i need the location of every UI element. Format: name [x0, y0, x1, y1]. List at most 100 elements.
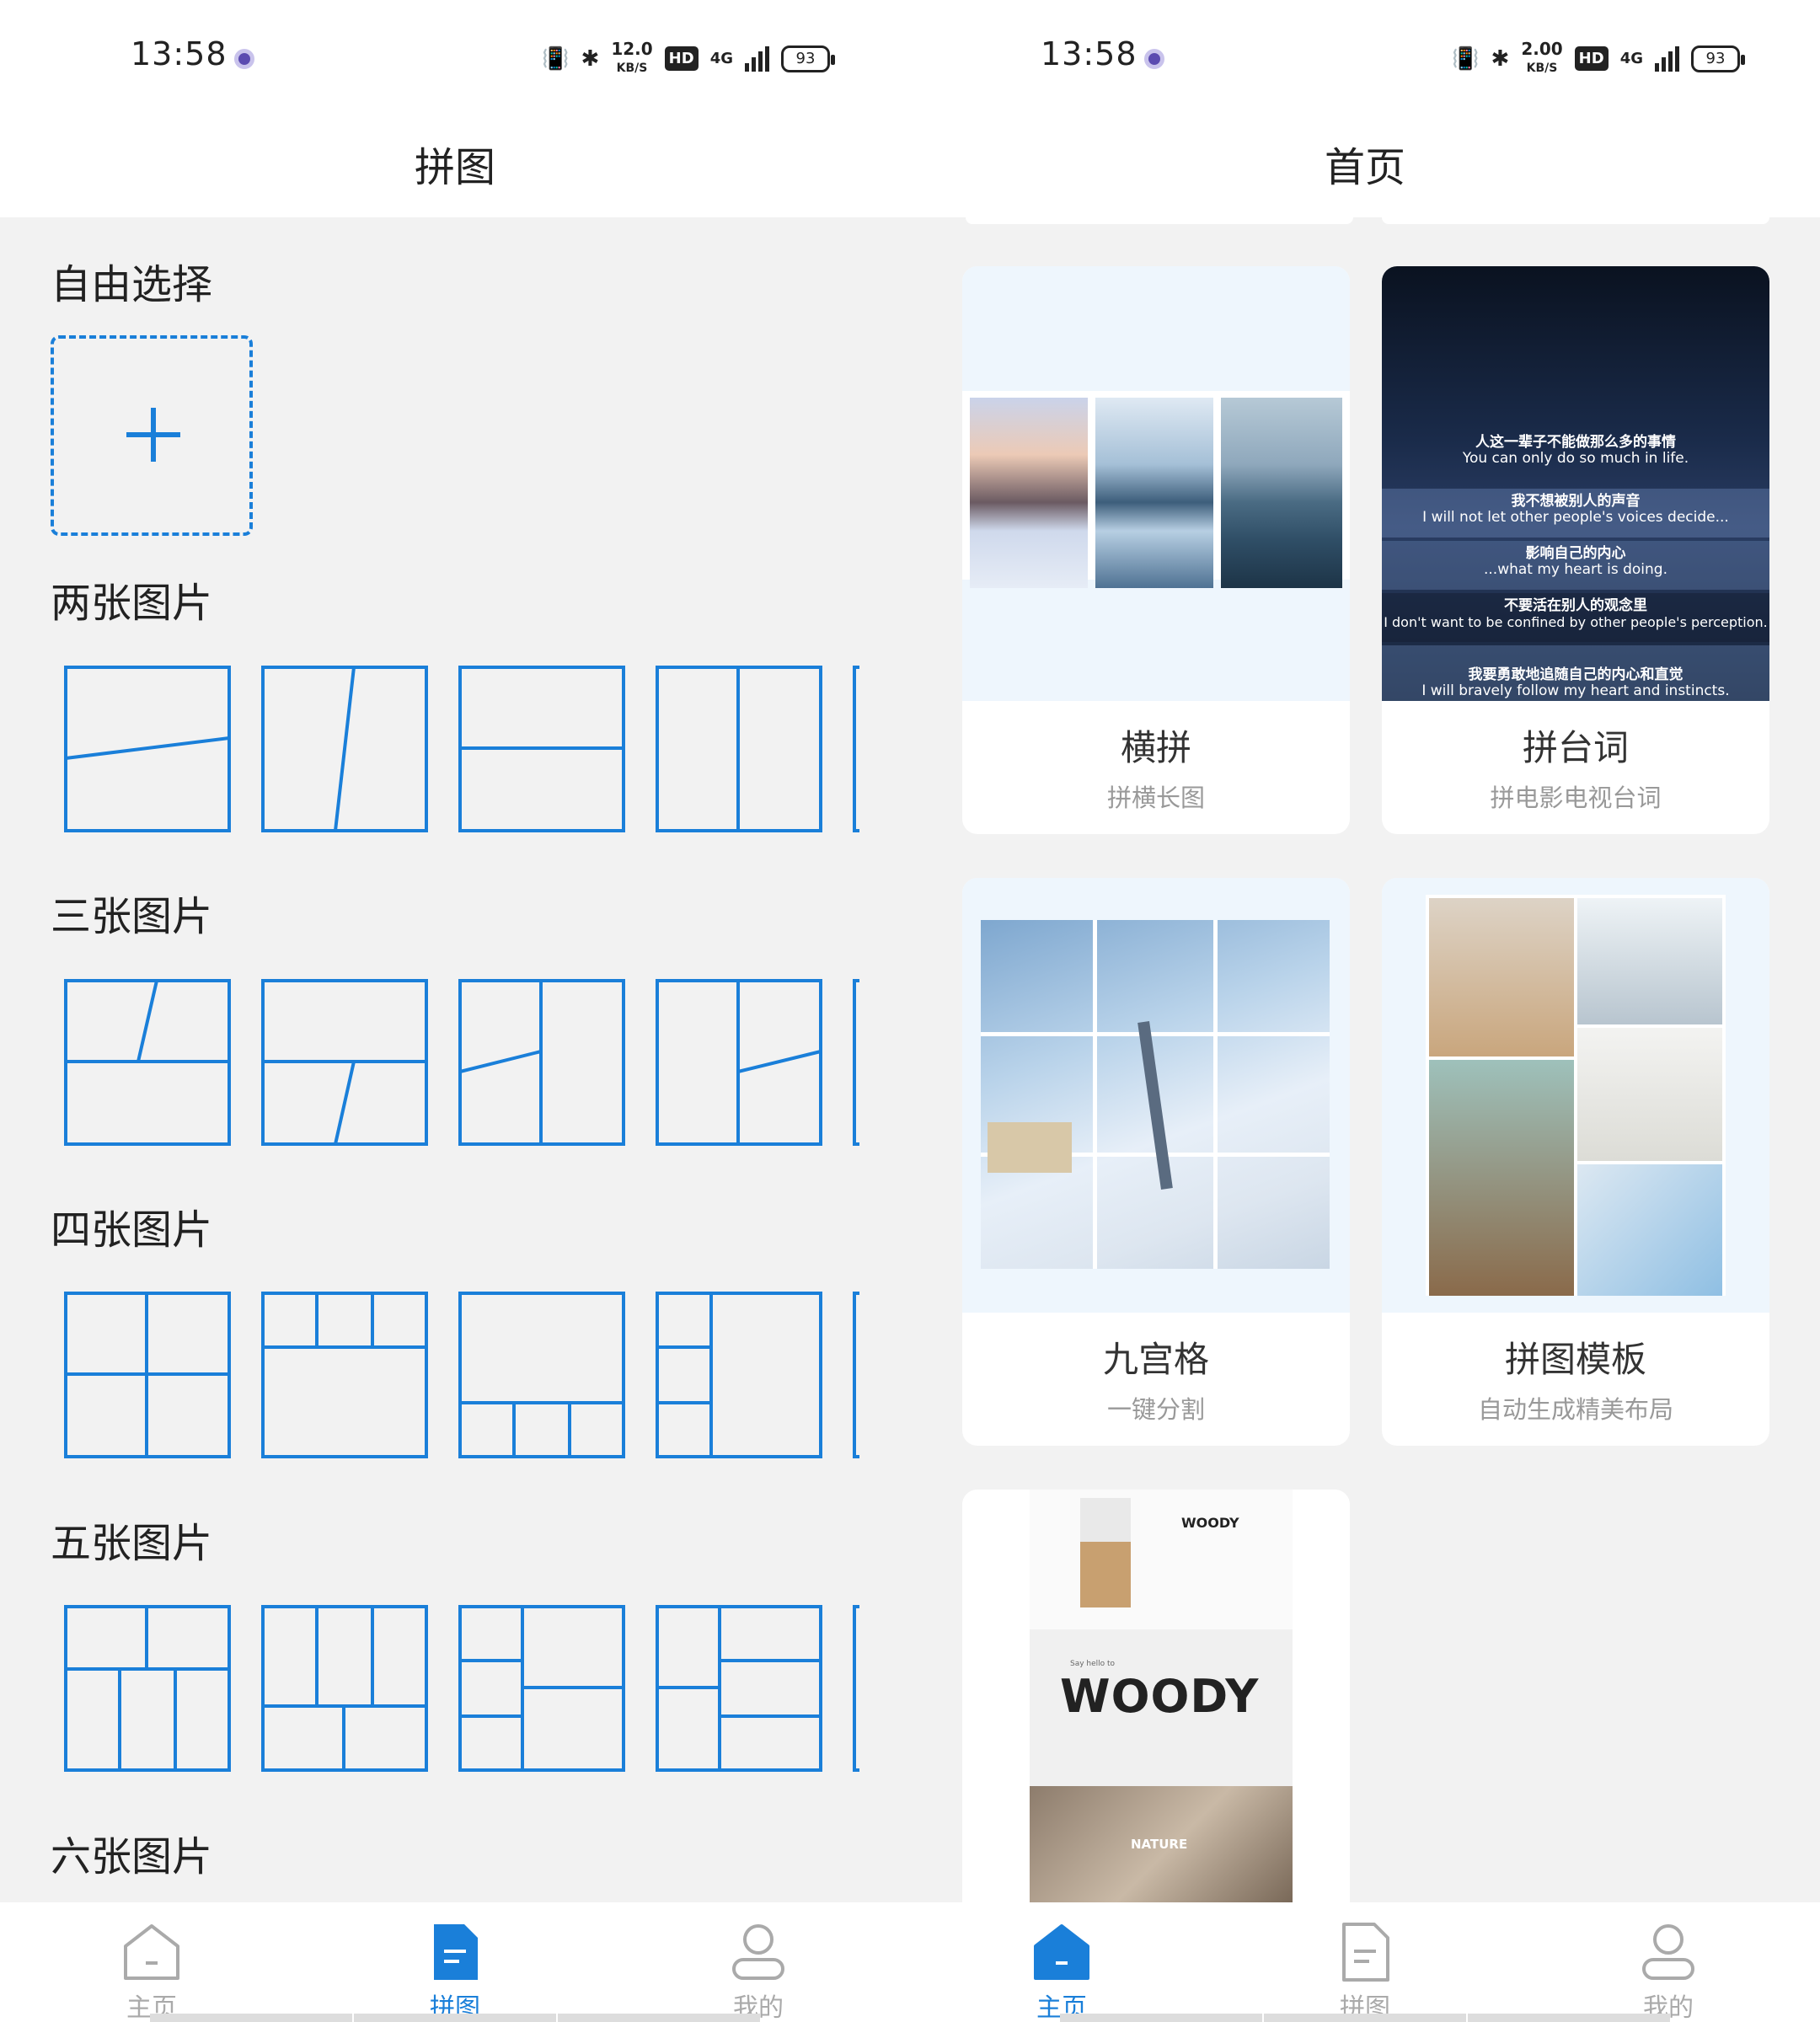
- card-subtitle: 拼电影电视台词: [1490, 784, 1662, 812]
- network-speed: 12.0 KB/S: [611, 39, 653, 75]
- five-image-layouts: [64, 1605, 907, 1773]
- home-icon: [1030, 1921, 1093, 1983]
- collage-screen: 13:58 📳 ✱ 12.0 KB/S HD 4G 93 拼图 自由选择 两张图片…: [0, 0, 910, 2022]
- subtitle-line: 人这一辈子不能做那么多的事情 You can only do so much in…: [1462, 434, 1689, 467]
- photo-green-wall: [1429, 1060, 1574, 1296]
- card-edge: [1382, 217, 1769, 224]
- card-subtitle: 自动生成精美布局: [1477, 1395, 1673, 1424]
- document-icon: [1334, 1921, 1396, 1983]
- card-subtitle: 拼横长图: [1106, 784, 1205, 812]
- card-thumbnail: [1382, 878, 1769, 1313]
- card-thumbnail: WOODY Say hello to WOODY NATURE: [962, 1490, 1350, 1928]
- gesture-bar: [1468, 2014, 1670, 2022]
- nav-collage[interactable]: 拼图: [1281, 1921, 1449, 2022]
- photo-plant: [1577, 1028, 1722, 1161]
- hd-icon: HD: [664, 46, 699, 71]
- layout-four-left-three[interactable]: [656, 1292, 822, 1458]
- person-icon: [1637, 1921, 1700, 1983]
- vibrate-icon: 📳: [542, 45, 570, 72]
- status-time: 13:58: [1041, 35, 1138, 72]
- bottom-navigation: 主页 拼图 我的: [0, 1902, 910, 2022]
- section-two-images: 两张图片: [51, 580, 213, 627]
- photo-humidifier: [1429, 898, 1574, 1056]
- home-icon: [120, 1921, 183, 1983]
- layout-five-more[interactable]: [853, 1605, 859, 1772]
- gesture-bar: [150, 2014, 352, 2022]
- photo-snow-tree: [981, 920, 1330, 1269]
- card-subtitle: 一键分割: [1106, 1395, 1205, 1424]
- card-title: 横拼: [1120, 727, 1191, 768]
- card-movie-lines[interactable]: 人这一辈子不能做那么多的事情 You can only do so much in…: [1382, 266, 1769, 834]
- nav-collage[interactable]: 拼图: [371, 1921, 539, 2022]
- card-title: 拼台词: [1522, 727, 1629, 768]
- page-title: 首页: [910, 110, 1820, 217]
- layout-five-d[interactable]: [656, 1605, 822, 1772]
- woody-tagline: Say hello to: [1070, 1660, 1116, 1668]
- card-title: 九宫格: [1102, 1339, 1209, 1380]
- subtitle-line: 不要活在别人的观念里 I don't want to be confined by…: [1384, 597, 1768, 631]
- layout-four-grid[interactable]: [64, 1292, 231, 1458]
- nav-home[interactable]: 主页: [977, 1921, 1146, 2022]
- card-horizontal-stitch[interactable]: 横拼 拼横长图: [962, 266, 1350, 834]
- layout-three-d[interactable]: [656, 979, 822, 1146]
- subtitle-line: 我不想被别人的声音 I will not let other people's v…: [1422, 493, 1729, 526]
- section-four-images: 四张图片: [51, 1206, 213, 1254]
- notification-icon: [234, 49, 254, 69]
- card-collage-templates[interactable]: 拼图模板 自动生成精美布局: [1382, 878, 1769, 1446]
- layout-five-b[interactable]: [261, 1605, 428, 1772]
- gesture-bar: [1060, 2014, 1262, 2022]
- three-image-layouts: [64, 979, 907, 1147]
- vibrate-icon: 📳: [1452, 45, 1480, 72]
- bottom-navigation: 主页 拼图 我的: [910, 1902, 1820, 2022]
- layout-three-more[interactable]: [853, 979, 859, 1146]
- status-icons: 📳 ✱ 12.0 KB/S HD 4G 93: [542, 39, 835, 77]
- card-thumbnail: [962, 878, 1350, 1313]
- photo-winter-trees: [970, 398, 1088, 588]
- card-nine-grid[interactable]: 九宫格 一键分割: [962, 878, 1350, 1446]
- photo-river-boat: [1095, 398, 1213, 588]
- battery-icon: 93: [781, 45, 835, 72]
- layout-five-c[interactable]: [458, 1605, 625, 1772]
- card-woody-template[interactable]: WOODY Say hello to WOODY NATURE: [962, 1490, 1350, 1928]
- signal-icon: [1655, 45, 1679, 72]
- woody-title: WOODY: [1060, 1670, 1260, 1723]
- plus-icon: [126, 408, 180, 462]
- four-image-layouts: [64, 1292, 907, 1460]
- person-icon: [727, 1921, 790, 1983]
- layout-two-vertical[interactable]: [656, 666, 822, 832]
- nav-mine[interactable]: 我的: [674, 1921, 843, 2022]
- layout-five-a[interactable]: [64, 1605, 231, 1772]
- network-type: 4G: [709, 50, 733, 67]
- notification-icon: [1144, 49, 1164, 69]
- card-edge: [966, 217, 1353, 224]
- gesture-bar: [1264, 2014, 1466, 2022]
- nav-mine[interactable]: 我的: [1584, 1921, 1753, 2022]
- bluetooth-icon: ✱: [581, 45, 600, 72]
- gesture-bar: [558, 2014, 760, 2022]
- layout-two-diagonal-v[interactable]: [261, 666, 428, 832]
- layout-four-top-three[interactable]: [261, 1292, 428, 1458]
- subtitle-line: 我要勇敢地追随自己的内心和直觉 I will bravely follow my …: [1421, 666, 1730, 699]
- hd-icon: HD: [1574, 46, 1609, 71]
- layout-two-horizontal[interactable]: [458, 666, 625, 832]
- free-select-add-button[interactable]: [51, 335, 253, 536]
- layout-four-bottom-three[interactable]: [458, 1292, 625, 1458]
- status-time: 13:58: [131, 35, 228, 72]
- photo-window: [1577, 898, 1722, 1024]
- photo-fisherman: [1221, 398, 1342, 588]
- layout-three-a[interactable]: [64, 979, 231, 1146]
- layout-four-more[interactable]: [853, 1292, 859, 1458]
- nav-home[interactable]: 主页: [67, 1921, 236, 2022]
- layout-two-diagonal-h[interactable]: [64, 666, 231, 832]
- status-icons: 📳 ✱ 2.00 KB/S HD 4G 93: [1452, 40, 1745, 77]
- network-type: 4G: [1619, 50, 1643, 67]
- section-six-images: 六张图片: [51, 1833, 213, 1880]
- card-thumbnail: [962, 266, 1350, 701]
- layout-three-c[interactable]: [458, 979, 625, 1146]
- home-screen: 13:58 📳 ✱ 2.00 KB/S HD 4G 93 首页 横拼 拼横长图 人…: [910, 0, 1820, 2022]
- gesture-bar: [354, 2014, 556, 2022]
- layout-three-b[interactable]: [261, 979, 428, 1146]
- layout-two-more[interactable]: [853, 666, 859, 832]
- section-three-images: 三张图片: [51, 893, 213, 940]
- photo-blue-room: [1577, 1164, 1722, 1296]
